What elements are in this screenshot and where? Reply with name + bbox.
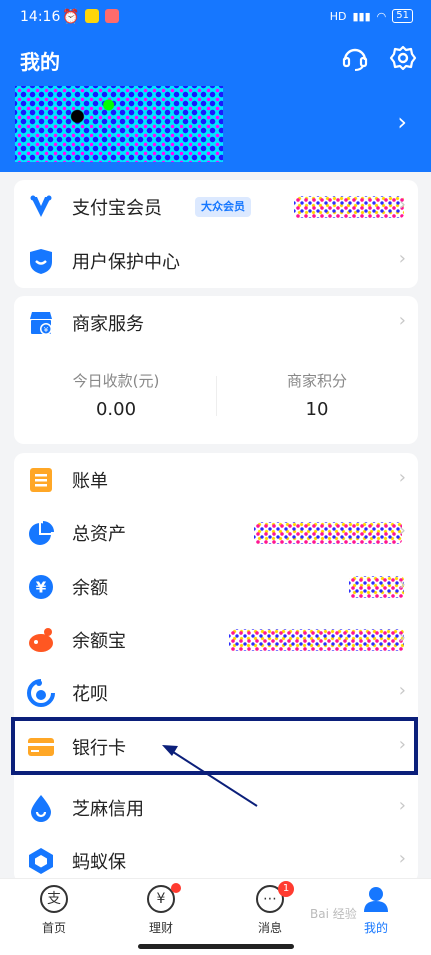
chevron-right-icon: ›: [398, 310, 406, 331]
today-income-stat[interactable]: 今日收款(元) 0.00: [16, 370, 216, 420]
yuan-coin-icon: ¥: [29, 575, 53, 599]
user-protection-row[interactable]: 用户保护中心 ›: [14, 234, 418, 288]
mayibao-icon: [29, 848, 53, 874]
home-indicator[interactable]: [138, 944, 294, 949]
balance-label: 余额: [72, 578, 108, 599]
chevron-right-icon: ›: [398, 627, 406, 648]
huabei-icon: [27, 679, 55, 707]
yuebao-icon: [29, 628, 53, 652]
finance-menu-card: 账单 › 总资产 › ¥ 余额 › 余额宝 › 花呗 › 银行卡 › 芝麻信用 …: [14, 453, 418, 883]
menu-assets-row[interactable]: 总资产 ›: [14, 506, 418, 560]
status-bar: 14:16 ⏰ HD ▮▮▮ ◠ 51: [0, 0, 431, 34]
wealth-yuan-glyph: ¥: [156, 891, 166, 907]
merchant-points-stat[interactable]: 商家积分 10: [217, 370, 417, 420]
yuebao-label: 余额宝: [72, 631, 126, 652]
chevron-right-icon: ›: [398, 795, 406, 816]
member-icon: [30, 195, 52, 217]
today-income-value: 0.00: [95, 399, 137, 420]
app-notification-icon-2: [105, 9, 120, 23]
store-icon: ¥: [30, 312, 52, 335]
membership-card: 支付宝会员 大众会员 › 用户保护中心 ›: [14, 180, 418, 288]
home-alipay-icon: 支: [40, 885, 68, 913]
alarm-icon: ⏰: [62, 9, 80, 25]
tab-home-label: 首页: [41, 921, 66, 935]
person-icon: [364, 887, 388, 912]
tab-home[interactable]: 支 首页: [24, 885, 84, 936]
profile-avatar-and-name-mosaic[interactable]: [15, 86, 223, 162]
wifi-icon: ◠: [376, 9, 387, 23]
assets-value-mosaic: [254, 522, 402, 544]
menu-balance-row[interactable]: ¥ 余额 ›: [14, 560, 418, 614]
menu-bill-row[interactable]: 账单 ›: [14, 453, 418, 507]
network-label: HD: [329, 9, 347, 23]
alipay-member-row[interactable]: 支付宝会员 大众会员 ›: [14, 180, 418, 234]
member-info-mosaic: [294, 196, 404, 218]
page-title: 我的: [20, 50, 60, 74]
watermark: Bai 经验: [310, 907, 357, 921]
today-income-label: 今日收款(元): [72, 372, 160, 390]
svg-text:¥: ¥: [44, 326, 49, 334]
yuebao-value-mosaic: [229, 629, 404, 651]
menu-huabei-row[interactable]: 花呗 ›: [14, 666, 418, 720]
chevron-right-icon: ›: [398, 574, 406, 595]
status-notification-icons: ⏰: [62, 9, 120, 25]
app-notification-icon: [85, 9, 100, 23]
profile-chevron-icon[interactable]: ›: [397, 108, 407, 136]
wealth-badge-dot: [171, 883, 181, 893]
bill-icon: [30, 468, 52, 492]
tab-messages[interactable]: ⋯ 1 消息: [240, 881, 300, 936]
user-protection-label: 用户保护中心: [72, 252, 180, 273]
member-level-badge: 大众会员: [195, 197, 251, 217]
assets-label: 总资产: [72, 524, 126, 545]
chevron-right-icon: ›: [398, 680, 406, 701]
shield-icon: [30, 249, 52, 274]
bill-label: 账单: [72, 471, 108, 492]
chevron-right-icon: ›: [398, 467, 406, 488]
tab-wealth[interactable]: ¥ 理财: [131, 883, 191, 936]
settings-gear-icon[interactable]: [389, 44, 417, 72]
chevron-right-icon: ›: [398, 248, 406, 269]
menu-zhima-row[interactable]: 芝麻信用 ›: [14, 781, 418, 835]
status-time: 14:16: [20, 9, 61, 25]
status-right: HD ▮▮▮ ◠ 51: [330, 9, 413, 23]
mayibao-label: 蚂蚁保: [72, 852, 126, 873]
customer-service-icon[interactable]: [341, 44, 369, 72]
zhima-label: 芝麻信用: [72, 799, 144, 820]
merchant-points-value: 10: [305, 399, 329, 420]
wealth-yuan-icon: ¥: [147, 883, 181, 913]
member-label: 支付宝会员: [72, 198, 162, 219]
chevron-right-icon: ›: [398, 520, 406, 541]
top-header: 14:16 ⏰ HD ▮▮▮ ◠ 51 我的 ›: [0, 0, 431, 172]
svg-text:¥: ¥: [36, 579, 47, 597]
bankcard-highlight-box: [11, 717, 418, 775]
signal-icon: ▮▮▮: [352, 9, 371, 23]
messages-count-badge: 1: [278, 881, 294, 897]
message-bubble-icon: ⋯ 1: [256, 881, 294, 913]
balance-value-mosaic: [349, 576, 404, 598]
merchant-card: ¥ 商家服务 › 今日收款(元) 0.00 商家积分 10: [14, 296, 418, 444]
chevron-right-icon: ›: [398, 194, 406, 215]
tab-wealth-label: 理财: [148, 921, 173, 935]
zhima-credit-icon: [31, 795, 51, 822]
tab-messages-label: 消息: [257, 921, 282, 935]
merchant-service-label: 商家服务: [72, 314, 144, 335]
menu-yuebao-row[interactable]: 余额宝 ›: [14, 613, 418, 667]
merchant-service-row[interactable]: ¥ 商家服务 ›: [14, 296, 418, 350]
pie-chart-icon: [29, 521, 54, 545]
chevron-right-icon: ›: [398, 848, 406, 869]
merchant-points-label: 商家积分: [286, 372, 347, 390]
battery-icon: 51: [392, 9, 413, 23]
huabei-label: 花呗: [72, 684, 108, 705]
